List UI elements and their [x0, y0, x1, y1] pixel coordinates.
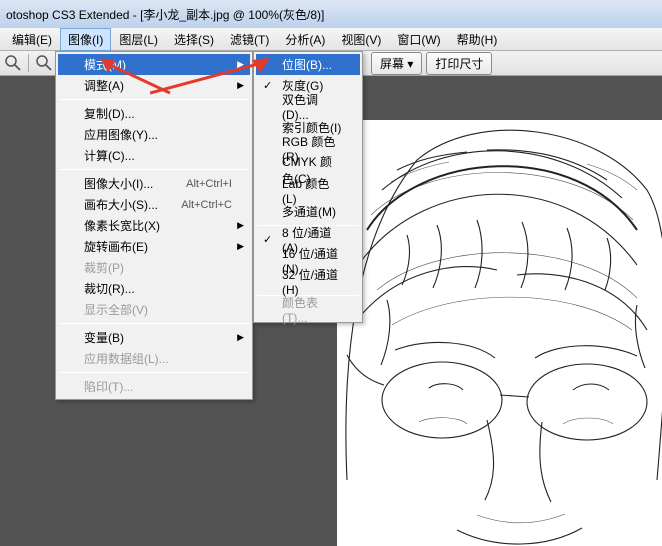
- menu-rotate-canvas[interactable]: 旋转画布(E) ▶: [58, 236, 250, 257]
- menu-image-size[interactable]: 图像大小(I)... Alt+Ctrl+I: [58, 173, 250, 194]
- menu-separator: [59, 372, 249, 373]
- print-size-button[interactable]: 打印尺寸: [426, 52, 492, 75]
- document-canvas[interactable]: [337, 120, 662, 546]
- check-icon: ✓: [263, 79, 272, 92]
- menu-duplicate[interactable]: 复制(D)...: [58, 103, 250, 124]
- submenu-arrow-icon: ▶: [237, 80, 244, 91]
- menu-view[interactable]: 视图(V): [333, 28, 389, 51]
- menu-separator: [59, 99, 249, 100]
- menu-variables[interactable]: 变量(B) ▶: [58, 327, 250, 348]
- menu-calculations[interactable]: 计算(C)...: [58, 145, 250, 166]
- menu-separator: [59, 169, 249, 170]
- menu-32bit[interactable]: 32 位/通道(H): [256, 271, 360, 292]
- menu-apply-image[interactable]: 应用图像(Y)...: [58, 124, 250, 145]
- menu-adjust[interactable]: 调整(A) ▶: [58, 75, 250, 96]
- menu-select[interactable]: 选择(S): [166, 28, 222, 51]
- submenu-arrow-icon: ▶: [237, 220, 244, 231]
- zoom-icon: [4, 54, 22, 72]
- menu-reveal-all: 显示全部(V): [58, 299, 250, 320]
- mode-submenu: 位图(B)... ✓ 灰度(G) 双色调(D)... 索引颜色(I) RGB 颜…: [253, 51, 363, 323]
- title-text: otoshop CS3 Extended - [李小龙_副本.jpg @ 100…: [6, 6, 324, 23]
- submenu-arrow-icon: ▶: [237, 241, 244, 252]
- menu-multichannel[interactable]: 多通道(M): [256, 201, 360, 222]
- check-icon: ✓: [263, 233, 272, 246]
- menu-mode[interactable]: 模式(M) ▶: [58, 54, 250, 75]
- menu-image[interactable]: 图像(I): [60, 28, 111, 51]
- menu-trap: 陷印(T)...: [58, 376, 250, 397]
- menu-separator: [59, 323, 249, 324]
- menu-pixel-aspect[interactable]: 像素长宽比(X) ▶: [58, 215, 250, 236]
- menu-window[interactable]: 窗口(W): [389, 28, 448, 51]
- menu-color-table: 颜色表(T)...: [256, 299, 360, 320]
- menu-trim[interactable]: 裁切(R)...: [58, 278, 250, 299]
- title-bar: otoshop CS3 Extended - [李小龙_副本.jpg @ 100…: [0, 0, 662, 28]
- menu-crop: 裁剪(P): [58, 257, 250, 278]
- menu-help[interactable]: 帮助(H): [449, 28, 506, 51]
- zoom-option-icon[interactable]: [35, 54, 53, 72]
- menu-duotone[interactable]: 双色调(D)...: [256, 96, 360, 117]
- menu-filter[interactable]: 滤镜(T): [222, 28, 277, 51]
- separator: [28, 54, 29, 72]
- menu-canvas-size[interactable]: 画布大小(S)... Alt+Ctrl+C: [58, 194, 250, 215]
- submenu-arrow-icon: ▶: [237, 332, 244, 343]
- menu-bar: 编辑(E) 图像(I) 图层(L) 选择(S) 滤镜(T) 分析(A) 视图(V…: [0, 28, 662, 51]
- submenu-arrow-icon: ▶: [237, 59, 244, 70]
- menu-lab[interactable]: Lab 颜色(L): [256, 180, 360, 201]
- menu-bitmap[interactable]: 位图(B)...: [256, 54, 360, 75]
- screen-button[interactable]: 屏幕 ▾: [371, 52, 422, 75]
- image-menu-dropdown: 模式(M) ▶ 调整(A) ▶ 复制(D)... 应用图像(Y)... 计算(C…: [55, 51, 253, 400]
- menu-layer[interactable]: 图层(L): [111, 28, 166, 51]
- menu-analysis[interactable]: 分析(A): [277, 28, 333, 51]
- menu-datasets: 应用数据组(L)...: [58, 348, 250, 369]
- menu-edit[interactable]: 编辑(E): [4, 28, 60, 51]
